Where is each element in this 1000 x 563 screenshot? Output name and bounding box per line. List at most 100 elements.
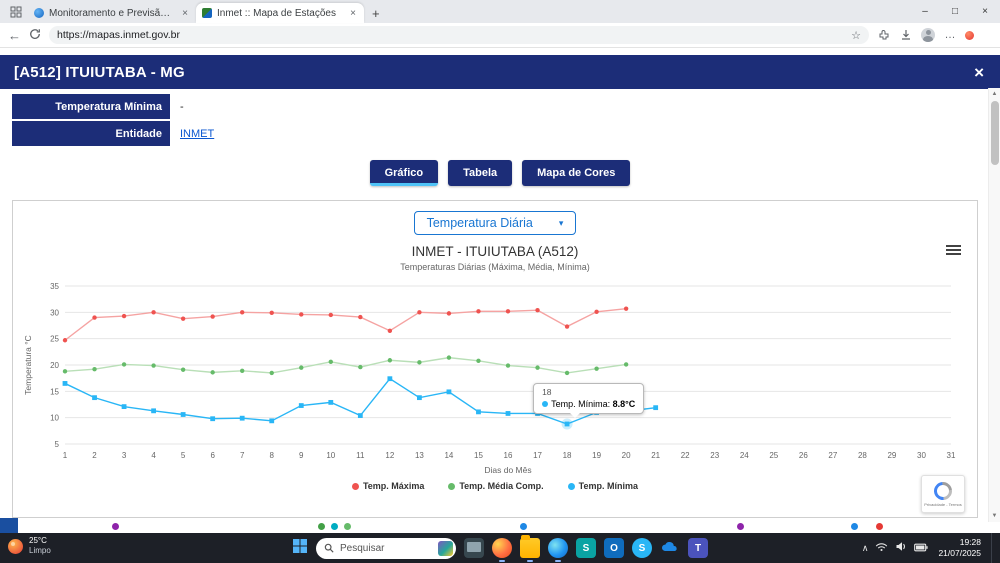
- close-window-button[interactable]: ×: [970, 0, 1000, 23]
- chart-type-select-value: Temperatura Diária: [427, 216, 533, 230]
- legend-item[interactable]: Temp. Mínima: [568, 481, 638, 491]
- file-explorer-icon[interactable]: [520, 538, 540, 558]
- scroll-down-icon[interactable]: ▼: [989, 510, 1000, 522]
- profile-badge-icon[interactable]: [965, 31, 974, 40]
- info-value: -: [170, 94, 184, 119]
- svg-text:19: 19: [592, 451, 601, 460]
- firefox-icon[interactable]: [492, 538, 512, 558]
- downloads-icon[interactable]: [899, 28, 913, 42]
- chart-menu-icon[interactable]: [946, 243, 961, 257]
- minimize-button[interactable]: –: [910, 0, 940, 23]
- favorites-star-icon[interactable]: ☆: [851, 29, 861, 42]
- desktop-app-icon[interactable]: [464, 538, 484, 558]
- volume-icon[interactable]: [895, 539, 907, 557]
- search-placeholder: Pesquisar: [340, 543, 432, 554]
- svg-text:12: 12: [385, 451, 394, 460]
- map-marker[interactable]: [331, 523, 338, 530]
- scroll-up-icon[interactable]: ▲: [989, 88, 1000, 100]
- recaptcha-badge[interactable]: Privacidade - Termos: [921, 475, 965, 513]
- edge-icon[interactable]: [548, 538, 568, 558]
- teams-icon[interactable]: T: [688, 538, 708, 558]
- clock-date: 21/07/2025: [938, 548, 981, 559]
- station-modal-header: [A512] ITUIUTABA - MG ×: [0, 55, 1000, 89]
- screen: Monitoramento e Previsão - Bras... × Inm…: [0, 0, 1000, 563]
- taskbar-search[interactable]: Pesquisar: [316, 538, 456, 559]
- map-zoom-control[interactable]: [0, 518, 18, 533]
- store-icon[interactable]: S: [576, 538, 596, 558]
- svg-text:35: 35: [50, 282, 59, 291]
- back-icon[interactable]: ←: [8, 28, 21, 43]
- battery-icon[interactable]: [914, 539, 928, 557]
- grafico-button[interactable]: Gráfico: [370, 160, 439, 186]
- entidade-link[interactable]: INMET: [180, 128, 214, 140]
- map-marker[interactable]: [318, 523, 325, 530]
- tab-close-icon[interactable]: ×: [180, 8, 190, 19]
- taskbar-weather-widget[interactable]: 25°C Limpo: [8, 536, 51, 557]
- window-controls: – □ ×: [910, 0, 1000, 23]
- svg-text:31: 31: [947, 451, 956, 460]
- tooltip-row: Temp. Mínima: 8.8°C: [542, 399, 635, 409]
- weather-temp: 25°C: [29, 536, 51, 546]
- legend-dot-icon: [568, 483, 575, 490]
- new-tab-button[interactable]: +: [364, 6, 388, 23]
- svg-text:15: 15: [474, 451, 483, 460]
- svg-text:14: 14: [444, 451, 453, 460]
- browser-tab-monitoramento[interactable]: Monitoramento e Previsão - Bras... ×: [28, 3, 196, 23]
- map-marker[interactable]: [851, 523, 858, 530]
- show-desktop-button[interactable]: [991, 533, 994, 563]
- modal-close-icon[interactable]: ×: [974, 64, 984, 81]
- svg-text:10: 10: [50, 414, 59, 423]
- onedrive-icon[interactable]: [660, 538, 680, 558]
- search-icon: [324, 543, 334, 553]
- svg-text:27: 27: [828, 451, 837, 460]
- page-scrollbar[interactable]: ▲ ▼: [988, 88, 1000, 522]
- svg-text:8: 8: [270, 451, 275, 460]
- map-marker[interactable]: [344, 523, 351, 530]
- address-field[interactable]: https://mapas.inmet.gov.br ☆: [49, 26, 869, 44]
- tab-close-icon[interactable]: ×: [348, 8, 358, 19]
- station-title: [A512] ITUIUTABA - MG: [14, 64, 185, 81]
- legend-dot-icon: [448, 483, 455, 490]
- refresh-icon[interactable]: [29, 28, 41, 43]
- more-menu-icon[interactable]: …: [943, 28, 957, 42]
- profile-avatar[interactable]: [921, 28, 935, 42]
- svg-text:22: 22: [681, 451, 690, 460]
- map-marker[interactable]: [112, 523, 119, 530]
- chart-card: Temperatura Diária ▾ INMET - ITUIUTABA (…: [12, 200, 978, 518]
- svg-text:26: 26: [799, 451, 808, 460]
- taskbar-clock[interactable]: 19:28 21/07/2025: [938, 537, 981, 559]
- map-marker[interactable]: [876, 523, 883, 530]
- browser-tab-inmet[interactable]: Inmet :: Mapa de Estações ×: [196, 3, 364, 23]
- chevron-up-icon[interactable]: ∧: [862, 543, 869, 554]
- legend-item[interactable]: Temp. Máxima: [352, 481, 424, 491]
- skype-icon[interactable]: S: [632, 538, 652, 558]
- info-row-temp-minima: Temperatura Mínima -: [12, 94, 1000, 119]
- svg-text:29: 29: [887, 451, 896, 460]
- scrollbar-thumb[interactable]: [991, 101, 999, 165]
- outlook-icon[interactable]: O: [604, 538, 624, 558]
- legend-item[interactable]: Temp. Média Comp.: [448, 481, 543, 491]
- info-label: Entidade: [12, 121, 170, 146]
- extensions-icon[interactable]: [877, 28, 891, 42]
- map-marker[interactable]: [520, 523, 527, 530]
- start-button[interactable]: [292, 538, 308, 559]
- tooltip-day: 18: [542, 387, 635, 397]
- mapa-de-cores-button[interactable]: Mapa de Cores: [522, 160, 630, 186]
- tab-title: Monitoramento e Previsão - Bras...: [49, 8, 175, 19]
- info-label: Temperatura Mínima: [12, 94, 170, 119]
- workspaces-icon[interactable]: [8, 4, 24, 20]
- map-marker[interactable]: [737, 523, 744, 530]
- maximize-button[interactable]: □: [940, 0, 970, 23]
- tabela-button[interactable]: Tabela: [448, 160, 512, 186]
- svg-text:Temperatura °C: Temperatura °C: [23, 335, 33, 395]
- recaptcha-label: Privacidade - Termos: [924, 502, 962, 507]
- temperature-chart[interactable]: 5101520253035123456789101112131415161718…: [21, 274, 969, 480]
- url-text: https://mapas.inmet.gov.br: [57, 29, 845, 41]
- weather-text: 25°C Limpo: [29, 536, 51, 557]
- windows-taskbar: 25°C Limpo Pesquisar S O S T: [0, 533, 1000, 563]
- svg-text:4: 4: [151, 451, 156, 460]
- chart-type-select[interactable]: Temperatura Diária ▾: [414, 211, 577, 235]
- svg-text:10: 10: [326, 451, 335, 460]
- legend-dot-icon: [352, 483, 359, 490]
- wifi-icon[interactable]: [875, 539, 888, 557]
